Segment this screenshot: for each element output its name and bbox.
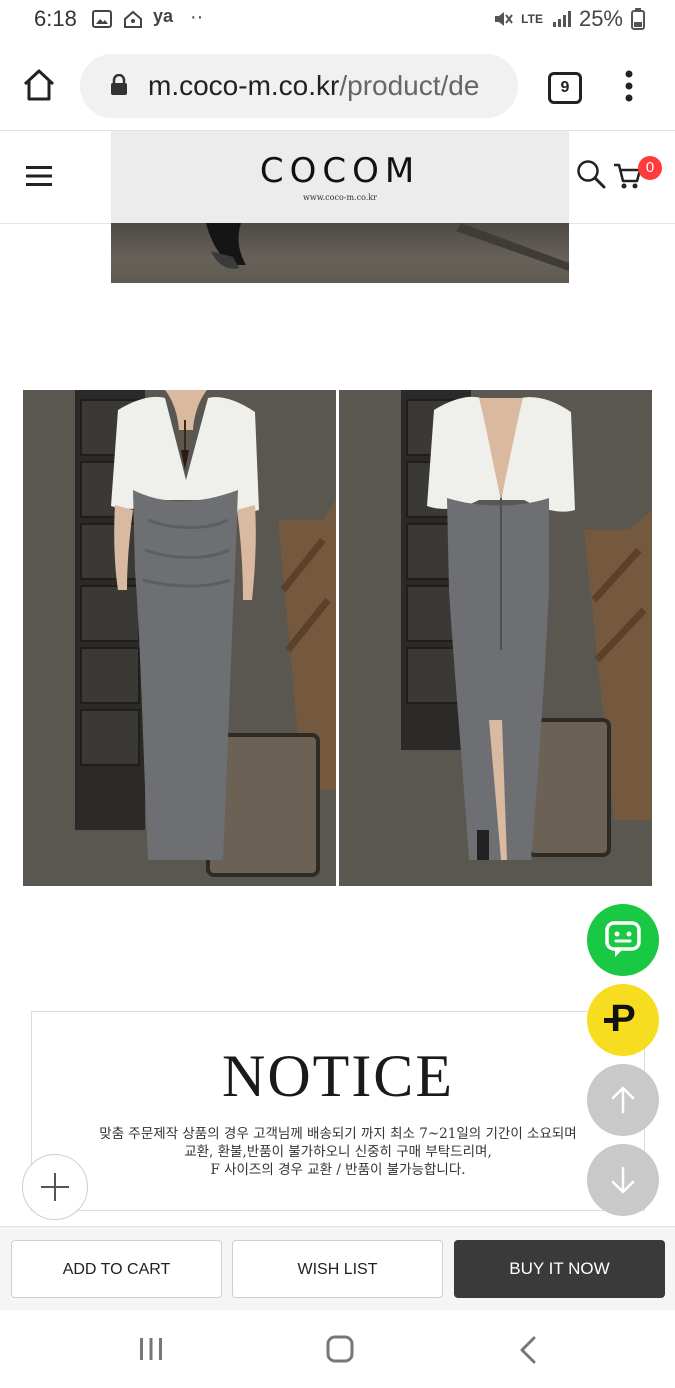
browser-toolbar: m.coco-m.co.kr/product/de 9: [0, 42, 675, 131]
url-text: m.coco-m.co.kr/product/de: [148, 70, 479, 102]
home-status-icon: [124, 10, 142, 28]
scroll-top-button[interactable]: [587, 1064, 659, 1136]
arrow-down-icon: [611, 1166, 635, 1194]
point-button[interactable]: P: [587, 984, 659, 1056]
arrow-up-icon: [611, 1086, 635, 1114]
more-options-icon[interactable]: [624, 70, 634, 102]
logo[interactable]: COCOM www.coco-m.co.kr: [111, 131, 569, 223]
gallery-icon: [92, 10, 112, 28]
home-nav-icon[interactable]: [326, 1335, 354, 1363]
cart-count-badge: 0: [638, 156, 662, 180]
url-path: /product/de: [339, 70, 480, 101]
buy-now-button[interactable]: BUY IT NOW: [454, 1240, 665, 1298]
product-image-top: [111, 223, 569, 283]
chat-button[interactable]: [587, 904, 659, 976]
notice-line-2: 교환, 환불,반품이 불가하오니 신중히 구매 부탁드리며,: [184, 1144, 492, 1160]
point-dash: [604, 1018, 614, 1023]
notice-line-1: 맞춤 주문제작 상품의 경우 고객님께 배송되기 까지 최소 7~21일의 기간…: [99, 1126, 577, 1142]
carrier-label: ya: [153, 6, 174, 26]
point-label: P: [610, 998, 636, 1040]
notice-title: NOTICE: [222, 1043, 454, 1109]
home-icon[interactable]: [22, 68, 56, 102]
mute-icon: [495, 12, 513, 26]
logo-subtext: www.coco-m.co.kr: [303, 193, 377, 202]
product-image-top-graphic: [206, 223, 569, 271]
purchase-action-bar: ADD TO CART WISH LIST BUY IT NOW: [0, 1226, 675, 1311]
site-header: COCOM www.coco-m.co.kr 0: [0, 131, 675, 224]
lock-icon: [111, 74, 127, 95]
dress-front-illustration: [23, 390, 336, 886]
product-photo-front: [23, 390, 336, 886]
tab-switcher-button[interactable]: 9: [548, 72, 582, 104]
notice-panel: NOTICE 맞춤 주문제작 상품의 경우 고객님께 배송되기 까지 최소 7~…: [31, 1011, 645, 1211]
hamburger-menu-icon[interactable]: [26, 165, 52, 187]
search-icon[interactable]: [576, 159, 606, 189]
url-domain: m.coco-m.co.kr: [148, 70, 340, 101]
address-bar[interactable]: m.coco-m.co.kr/product/de: [80, 54, 518, 118]
network-label: LTE: [521, 12, 543, 26]
dress-back-illustration: [339, 390, 652, 886]
wish-list-button[interactable]: WISH LIST: [232, 1240, 443, 1298]
signal-icon: [552, 11, 571, 27]
status-right: LTE 25%: [493, 6, 645, 32]
recent-apps-icon[interactable]: [138, 1337, 164, 1361]
expand-menu-button[interactable]: [22, 1154, 88, 1220]
logo-text: COCOM: [259, 151, 421, 191]
notification-dots: ··: [190, 6, 204, 28]
chat-icon: [605, 921, 641, 957]
add-to-cart-button[interactable]: ADD TO CART: [11, 1240, 222, 1298]
notice-line-3: F 사이즈의 경우 교환 / 반품이 불가능합니다.: [210, 1162, 466, 1178]
battery-icon: [631, 8, 645, 30]
system-nav-bar: [0, 1310, 675, 1388]
scroll-bottom-button[interactable]: [587, 1144, 659, 1216]
back-icon[interactable]: [518, 1336, 538, 1364]
plus-icon: [41, 1173, 69, 1201]
status-bar: 6:18 ya ·· LTE 25%: [0, 0, 675, 42]
product-photo-back: [339, 390, 652, 886]
battery-percent: 25%: [578, 6, 623, 31]
status-time: 6:18: [34, 6, 77, 31]
